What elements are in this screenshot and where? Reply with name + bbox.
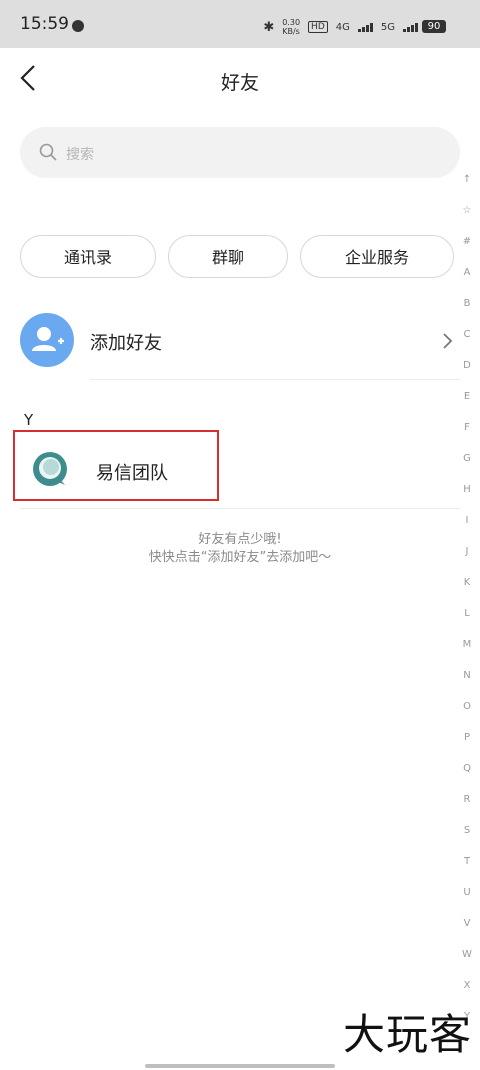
section-header: Y [24,411,34,429]
status-bar: 15:59 ✱ 0.30 KB/s HD 4G 5G 90 [0,0,480,48]
add-friend-row[interactable]: 添加好友 [0,310,460,380]
empty-state-line2: 快快点击“添加好友”去添加吧～ [148,550,332,565]
index-letter[interactable]: S [458,823,476,854]
chevron-right-icon [443,333,453,349]
index-letter[interactable]: # [458,234,476,265]
bluetooth-icon: ✱ [263,19,275,35]
index-letter[interactable]: G [458,451,476,482]
index-letter[interactable]: T [458,854,476,885]
notification-icon [72,20,84,32]
signal-icon [357,22,373,32]
add-user-icon [32,327,64,351]
watermark: 大玩客 [342,1010,472,1059]
index-letter[interactable]: H [458,482,476,513]
index-letter[interactable]: W [458,947,476,978]
divider [90,379,460,380]
enterprise-service-chip[interactable]: 企业服务 [300,235,454,278]
group-chat-chip[interactable]: 群聊 [168,235,288,278]
network-speed: 0.30 KB/s [282,18,300,36]
alphabet-index[interactable]: ↑ ☆ # A B C D E F G H I J K L M N O P Q R S T U V W X Y [458,172,476,1040]
speed-value: 0.30 [282,18,301,27]
empty-state-line1: 好友有点少哦! [198,532,282,547]
index-letter[interactable]: R [458,792,476,823]
index-letter[interactable]: P [458,730,476,761]
index-letter[interactable]: E [458,389,476,420]
yixin-logo-icon [33,452,67,486]
hd-badge: HD [308,21,328,33]
home-indicator[interactable] [145,1064,335,1068]
index-letter[interactable]: N [458,668,476,699]
network-4g-label: 4G [335,21,350,33]
speed-unit: KB/s [282,27,300,36]
index-letter[interactable]: A [458,265,476,296]
signal-icon-2 [403,22,418,32]
add-friend-avatar [20,313,74,367]
index-letter[interactable]: ☆ [458,203,476,234]
index-letter[interactable]: K [458,575,476,606]
divider [20,508,460,509]
index-letter[interactable]: M [458,637,476,668]
status-time: 15:59 [20,14,69,34]
index-letter[interactable]: C [458,327,476,358]
search-placeholder: 搜索 [66,147,94,163]
index-letter[interactable]: L [458,606,476,637]
status-icons: ✱ 0.30 KB/s HD 4G 5G [263,18,418,36]
contact-name: 易信团队 [96,463,168,484]
network-5g-label: 5G [380,21,395,33]
index-letter[interactable]: ↑ [458,172,476,203]
search-icon [39,143,57,161]
index-letter[interactable]: F [458,420,476,451]
header: 好友 [0,48,480,110]
index-letter[interactable]: U [458,885,476,916]
index-letter[interactable]: O [458,699,476,730]
contacts-chip[interactable]: 通讯录 [20,235,156,278]
index-letter[interactable]: D [458,358,476,389]
index-letter[interactable]: B [458,296,476,327]
add-friend-label: 添加好友 [90,333,162,354]
index-letter[interactable]: I [458,513,476,544]
index-letter[interactable]: Q [458,761,476,792]
search-input[interactable]: 搜索 [20,127,460,178]
index-letter[interactable]: J [458,544,476,575]
page-title: 好友 [220,72,259,94]
index-letter[interactable]: V [458,916,476,947]
battery-icon: 90 [422,20,446,33]
